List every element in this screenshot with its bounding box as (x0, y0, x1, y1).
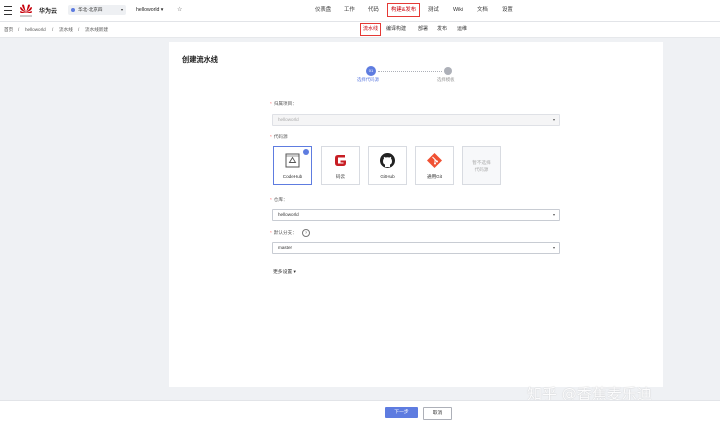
step-2-indicator (444, 67, 452, 75)
help-icon[interactable]: ? (302, 229, 310, 237)
source-label: 通用Git (426, 174, 443, 179)
source-none: 暂不选择 代码源 (462, 146, 501, 185)
subnav-compile-build[interactable]: 编译构建 (386, 24, 406, 35)
chevron-down-icon: ▾ (552, 245, 555, 250)
region-selector[interactable]: 华北-北京四 ▾ (68, 5, 126, 15)
location-pin-icon (71, 8, 75, 12)
step-2-label: 选择模板 (437, 77, 455, 82)
subnav-ops[interactable]: 运维 (457, 24, 467, 35)
project-select: helloworld ▾ (272, 114, 560, 126)
github-icon (380, 153, 395, 168)
source-git[interactable]: 通用Git (415, 146, 454, 185)
region-label: 华北-北京四 (78, 7, 103, 12)
nav-dashboard[interactable]: 仪表盘 (315, 4, 331, 16)
nav-docs[interactable]: 文档 (477, 4, 488, 16)
source-label: CodeHub (282, 174, 303, 179)
selected-check-icon (303, 149, 309, 155)
source-codehub[interactable]: CodeHub (273, 146, 312, 185)
brand-name: 华为云 (39, 9, 58, 15)
subnav-pipeline[interactable]: 流水线 (360, 23, 382, 36)
source-github[interactable]: GitHub (368, 146, 407, 185)
breadcrumb-current: 流水线新建 (85, 27, 108, 32)
step-1-label: 选择代码源 (357, 77, 379, 82)
nav-settings[interactable]: 设置 (502, 4, 513, 16)
codehub-icon (285, 153, 300, 168)
breadcrumb-project[interactable]: helloworld (25, 25, 46, 34)
footer-bar (0, 400, 720, 424)
star-icon[interactable]: ☆ (177, 5, 182, 15)
breadcrumb-sep: / (78, 27, 80, 32)
next-button[interactable]: 下一步 (385, 407, 418, 418)
nav-build-release[interactable]: 构建&发布 (387, 3, 421, 17)
breadcrumb-sep: / (52, 27, 54, 32)
more-settings-toggle[interactable]: 更多设置 ▾ (273, 268, 296, 275)
chevron-down-icon: ▾ (552, 117, 555, 122)
cancel-button[interactable]: 取消 (423, 407, 452, 420)
breadcrumb-home[interactable]: 首页 (4, 25, 13, 34)
repo-select[interactable]: helloworld ▾ (272, 209, 560, 221)
page-title: 创建流水线 (182, 55, 218, 64)
source-gitee[interactable]: 码云 (321, 146, 360, 185)
nav-test[interactable]: 测试 (428, 4, 439, 16)
source-field-label: * 代码源 (270, 134, 288, 139)
gitee-icon (335, 155, 346, 166)
chevron-down-icon: ▾ (120, 7, 123, 12)
nav-work[interactable]: 工作 (344, 4, 355, 16)
subnav-deploy[interactable]: 部署 (418, 24, 428, 35)
step-connector (378, 71, 442, 72)
project-switcher[interactable]: helloworld ▾ (136, 5, 163, 15)
nav-code[interactable]: 代码 (368, 4, 379, 16)
repo-field-label: * 仓库： (270, 197, 288, 202)
menu-icon[interactable] (4, 6, 12, 15)
source-none-label: 暂不选择 代码源 (472, 160, 491, 172)
branch-field-label: * 默认分支： (270, 230, 297, 235)
branch-select[interactable]: master ▾ (272, 242, 560, 254)
subnav-release[interactable]: 发布 (437, 24, 447, 35)
project-field-label: * 归属项目： (270, 101, 297, 106)
source-label: 码云 (335, 174, 346, 179)
step-1-indicator: 01 (366, 66, 376, 76)
git-icon (427, 153, 442, 168)
source-label: GitHub (380, 174, 395, 179)
nav-wiki[interactable]: Wiki (453, 4, 463, 16)
chevron-down-icon: ▾ (552, 212, 555, 217)
breadcrumb-sep: / (18, 27, 20, 32)
huawei-logo-icon (20, 4, 32, 17)
breadcrumb-pipeline[interactable]: 流水线 (59, 25, 73, 34)
